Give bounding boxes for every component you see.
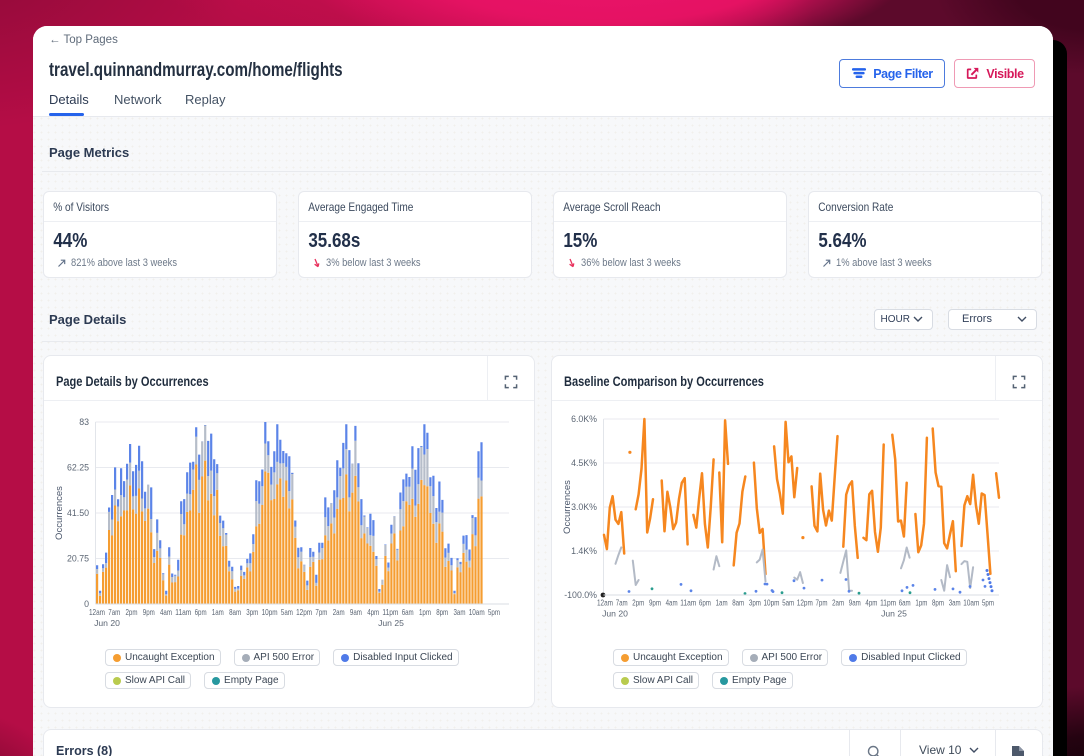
svg-text:4am: 4am	[160, 607, 172, 617]
svg-text:2pm: 2pm	[126, 607, 138, 617]
svg-text:12pm: 12pm	[296, 607, 312, 617]
svg-text:5am: 5am	[281, 607, 293, 617]
svg-text:7pm: 7pm	[315, 607, 327, 617]
svg-text:1am: 1am	[716, 598, 728, 608]
svg-text:4pm: 4pm	[865, 598, 877, 608]
svg-text:Jun 25: Jun 25	[881, 609, 907, 619]
svg-text:20.75: 20.75	[67, 554, 89, 564]
svg-text:12pm: 12pm	[797, 598, 813, 608]
svg-text:10pm: 10pm	[764, 598, 780, 608]
svg-text:11pm: 11pm	[880, 598, 896, 608]
svg-text:6am: 6am	[402, 607, 414, 617]
svg-text:9am: 9am	[350, 607, 362, 617]
svg-text:7pm: 7pm	[816, 598, 828, 608]
svg-text:12am: 12am	[89, 607, 105, 617]
svg-text:2am: 2am	[333, 607, 345, 617]
svg-text:4am: 4am	[666, 598, 678, 608]
svg-text:1pm: 1pm	[419, 607, 431, 617]
svg-text:8am: 8am	[732, 598, 744, 608]
svg-text:Jun 20: Jun 20	[602, 609, 628, 619]
svg-text:4pm: 4pm	[367, 607, 379, 617]
svg-text:9pm: 9pm	[143, 607, 155, 617]
svg-text:2pm: 2pm	[632, 598, 644, 608]
svg-text:2am: 2am	[832, 598, 844, 608]
svg-text:6.0K%: 6.0K%	[571, 414, 597, 424]
svg-text:-100.0%: -100.0%	[564, 590, 597, 600]
svg-text:9am: 9am	[849, 598, 861, 608]
svg-text:5am: 5am	[782, 598, 794, 608]
svg-text:3am: 3am	[949, 598, 961, 608]
svg-text:11am: 11am	[680, 598, 696, 608]
svg-text:12am: 12am	[597, 598, 613, 608]
svg-text:3am: 3am	[454, 607, 466, 617]
svg-text:10pm: 10pm	[262, 607, 278, 617]
svg-text:11pm: 11pm	[382, 607, 398, 617]
svg-text:6pm: 6pm	[699, 598, 711, 608]
svg-text:8am: 8am	[229, 607, 241, 617]
svg-text:62.25: 62.25	[67, 463, 89, 473]
svg-text:10am: 10am	[963, 598, 979, 608]
svg-text:5pm: 5pm	[488, 607, 500, 617]
svg-text:10am: 10am	[469, 607, 485, 617]
svg-text:3pm: 3pm	[246, 607, 258, 617]
svg-text:41.50: 41.50	[67, 508, 89, 518]
svg-text:6am: 6am	[899, 598, 911, 608]
svg-text:7am: 7am	[616, 598, 628, 608]
svg-text:3pm: 3pm	[749, 598, 761, 608]
svg-text:6pm: 6pm	[195, 607, 207, 617]
svg-text:7am: 7am	[108, 607, 120, 617]
svg-text:8pm: 8pm	[436, 607, 448, 617]
svg-text:8pm: 8pm	[932, 598, 944, 608]
svg-text:1pm: 1pm	[915, 598, 927, 608]
svg-text:Occurrences: Occurrences	[562, 480, 573, 534]
svg-text:1.4K%: 1.4K%	[571, 546, 597, 556]
svg-text:Occurrences: Occurrences	[54, 486, 65, 540]
svg-text:5pm: 5pm	[982, 598, 994, 608]
svg-text:1am: 1am	[212, 607, 224, 617]
svg-text:3.0K%: 3.0K%	[571, 502, 597, 512]
svg-text:4.5K%: 4.5K%	[571, 458, 597, 468]
svg-text:Jun 25: Jun 25	[378, 618, 404, 628]
svg-text:Jun 20: Jun 20	[94, 618, 120, 628]
svg-text:83: 83	[79, 417, 89, 427]
svg-text:11am: 11am	[175, 607, 191, 617]
svg-text:9pm: 9pm	[649, 598, 661, 608]
